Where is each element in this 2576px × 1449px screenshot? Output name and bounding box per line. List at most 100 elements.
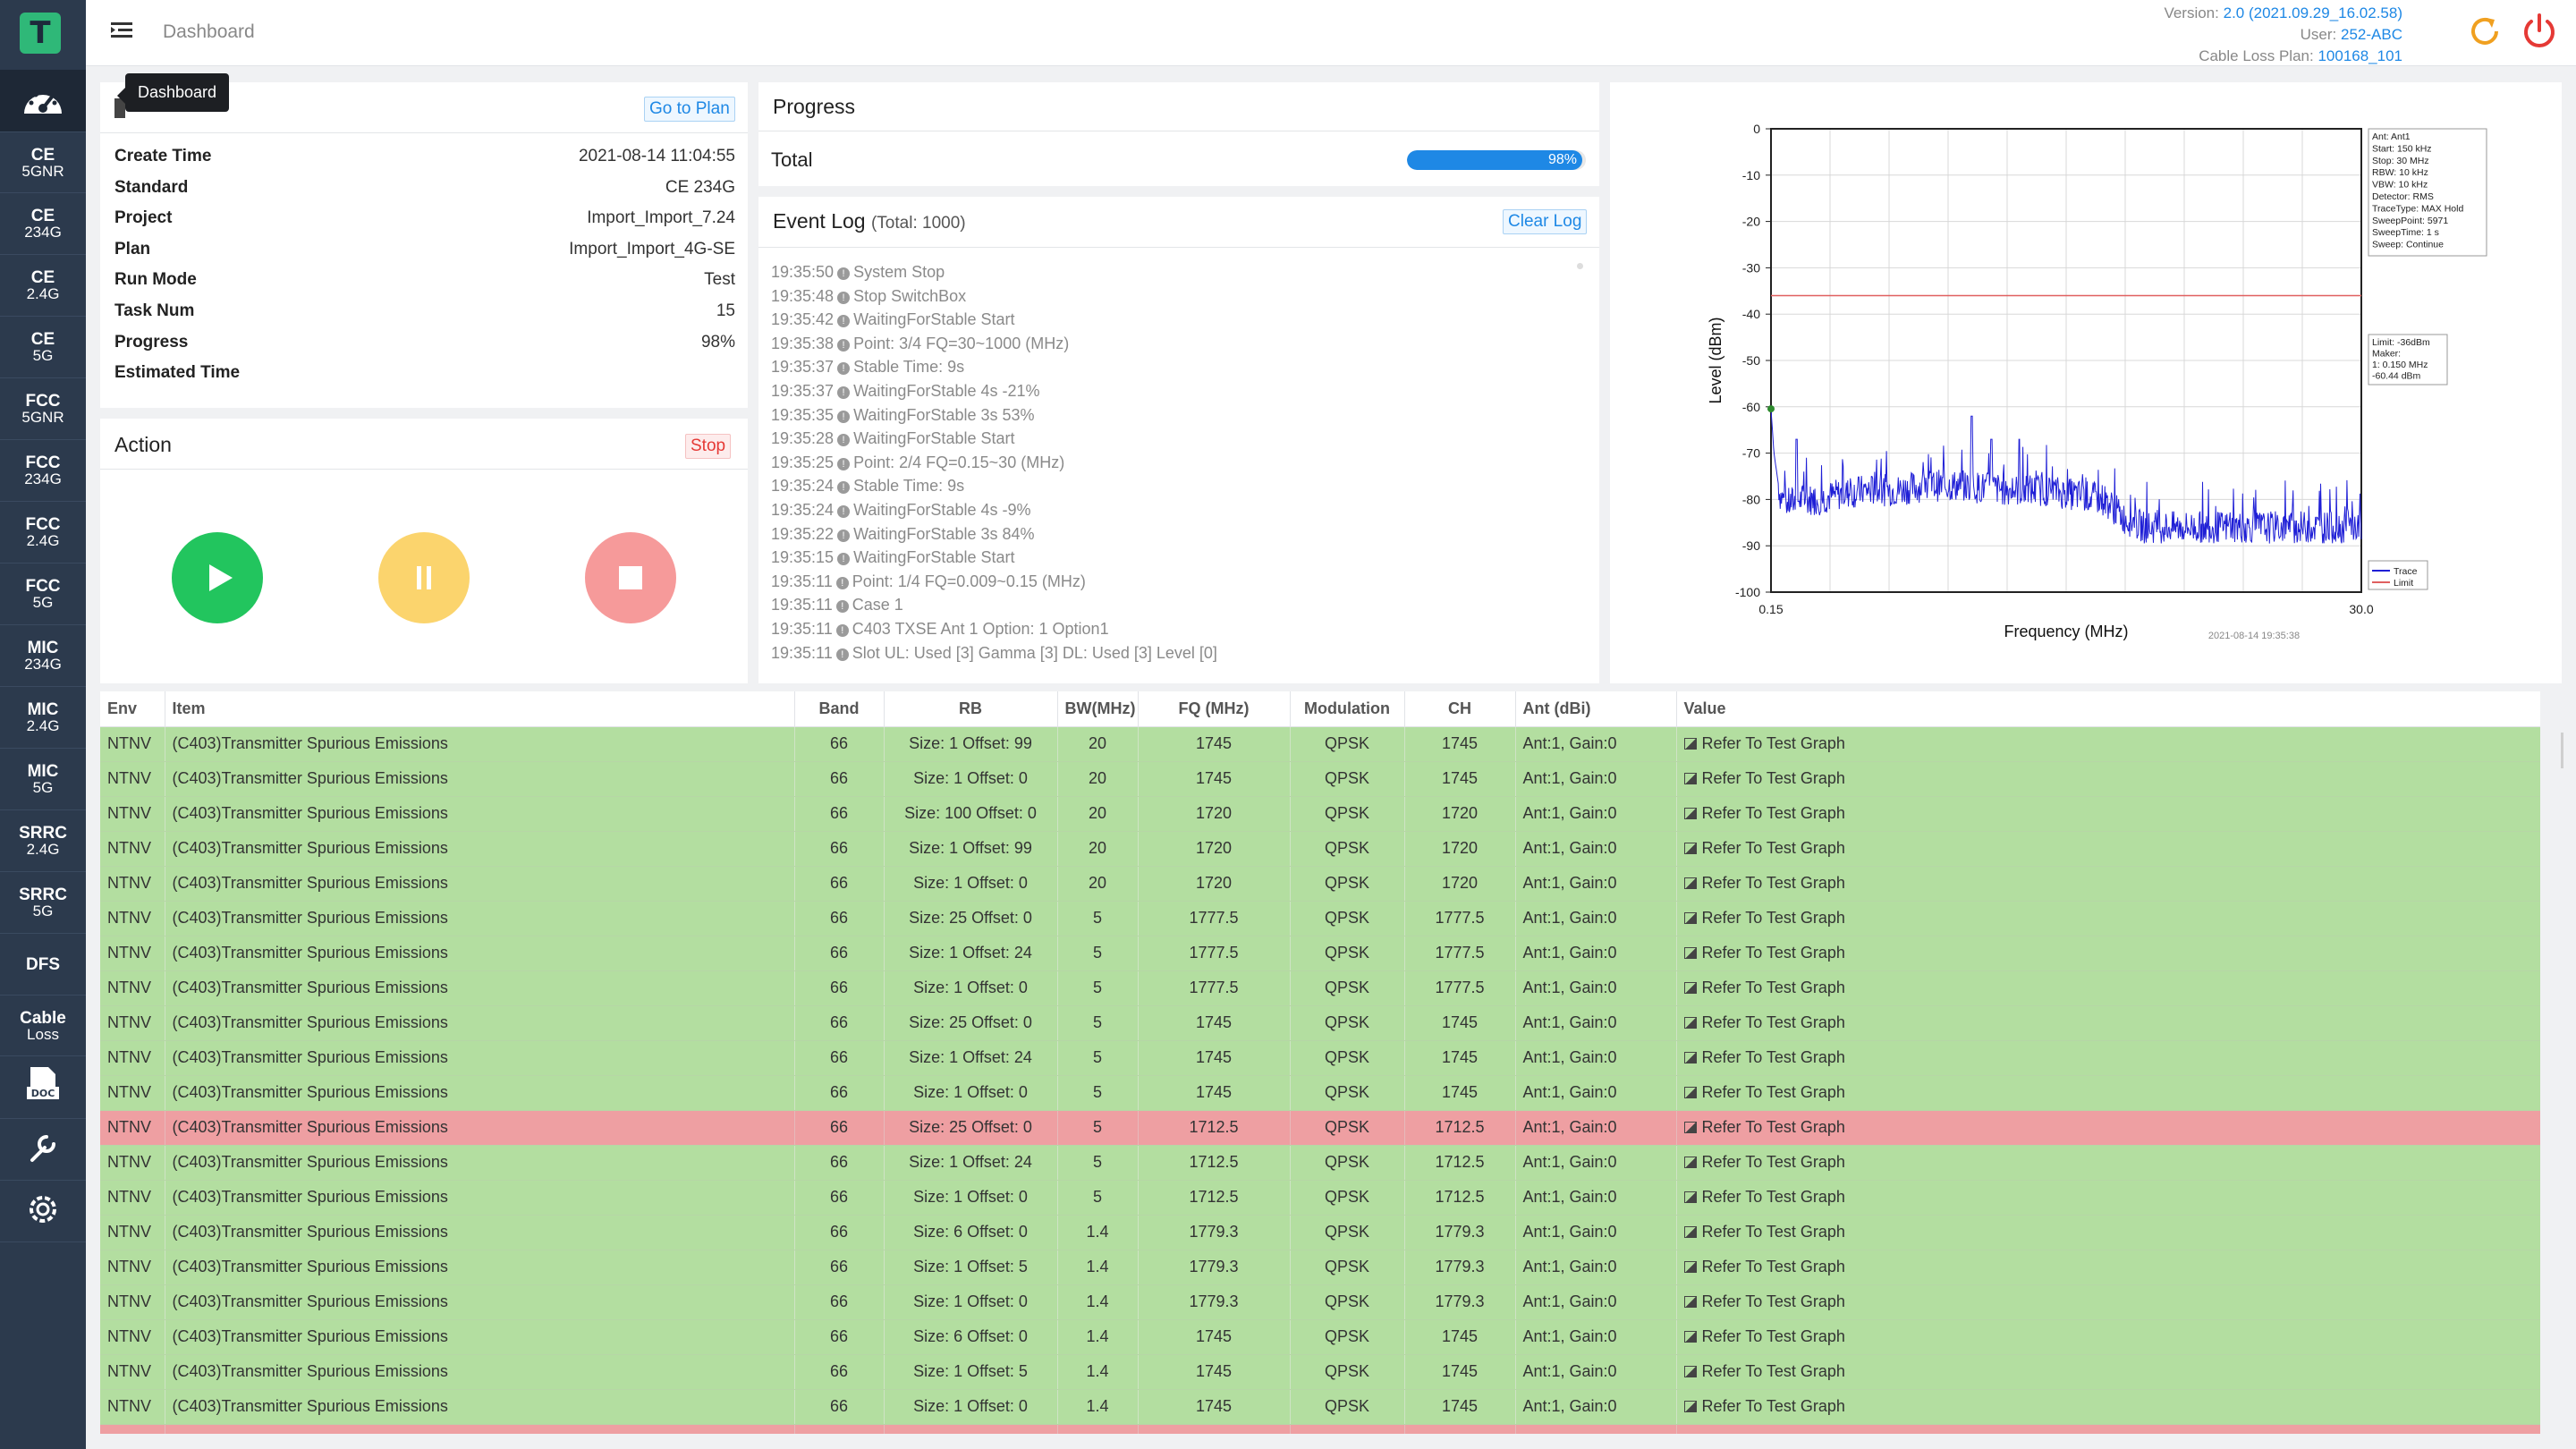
cell-value[interactable]: Refer To Test Graph (1676, 1040, 2540, 1076)
test-graph-link[interactable]: Refer To Test Graph (1702, 1153, 1845, 1171)
cell-value[interactable]: Refer To Test Graph (1676, 1319, 2540, 1355)
cell-value[interactable]: Refer To Test Graph (1676, 1180, 2540, 1216)
cable-loss-plan-value[interactable]: 100168_101 (2318, 47, 2402, 64)
play-button[interactable] (172, 532, 263, 623)
sidebar-item-ce-5g[interactable]: CE 5G (0, 317, 86, 378)
cell-value[interactable]: Refer To Test Graph (1676, 1389, 2540, 1425)
cell-value[interactable]: Refer To Test Graph (1676, 1284, 2540, 1320)
table-scrollbar[interactable] (2561, 733, 2563, 768)
test-graph-link[interactable]: Refer To Test Graph (1702, 1327, 1845, 1345)
version-value[interactable]: 2.0 (2021.09.29_16.02.58) (2224, 4, 2402, 21)
cell-value[interactable]: Refer To Test Graph (1676, 1354, 2540, 1390)
sidebar-item-gear[interactable] (0, 1181, 86, 1242)
test-graph-link[interactable]: Refer To Test Graph (1702, 804, 1845, 822)
sidebar-item-srrc-2-4g[interactable]: SRRC 2.4G (0, 810, 86, 872)
sidebar-item-mic-234g[interactable]: MIC 234G (0, 625, 86, 687)
user-value[interactable]: 252-ABC (2341, 26, 2402, 43)
stop-tag-button[interactable]: Stop (685, 434, 732, 459)
column-header[interactable]: CH (1404, 691, 1516, 727)
table-row[interactable]: NTNV (C403)Transmitter Spurious Emissions… (100, 726, 2540, 762)
column-header[interactable]: Item (165, 691, 795, 727)
test-graph-link[interactable]: Refer To Test Graph (1702, 1188, 1845, 1206)
column-header[interactable]: FQ (MHz) (1138, 691, 1291, 727)
test-graph-link[interactable]: Refer To Test Graph (1702, 734, 1845, 752)
test-graph-link[interactable]: Refer To Test Graph (1702, 1397, 1845, 1415)
sidebar-item-mic-5g[interactable]: MIC 5G (0, 749, 86, 810)
sidebar-item-fcc-5gnr[interactable]: FCC 5GNR (0, 378, 86, 440)
table-row[interactable]: NTNV (C403)Transmitter Spurious Emissions… (100, 1319, 2540, 1355)
cell-value[interactable]: Refer To Test Graph (1676, 1215, 2540, 1250)
test-graph-link[interactable]: Refer To Test Graph (1702, 1258, 1845, 1275)
test-graph-link[interactable]: Refer To Test Graph (1702, 944, 1845, 962)
test-graph-link[interactable]: Refer To Test Graph (1702, 839, 1845, 857)
power-icon[interactable] (2519, 11, 2560, 56)
cell-value[interactable]: Refer To Test Graph (1676, 761, 2540, 797)
table-row[interactable]: NTNV (C403)Transmitter Spurious Emissions… (100, 1180, 2540, 1216)
sidebar-item-fcc-5g[interactable]: FCC 5G (0, 564, 86, 625)
column-header[interactable]: RB (884, 691, 1058, 727)
test-graph-link[interactable]: Refer To Test Graph (1702, 769, 1845, 787)
test-graph-link[interactable]: Refer To Test Graph (1702, 1292, 1845, 1310)
cell-value[interactable]: Refer To Test Graph (1676, 1075, 2540, 1111)
test-graph-link[interactable]: Refer To Test Graph (1702, 1223, 1845, 1241)
table-row[interactable]: NTNV (C403)Transmitter Spurious Emissions… (100, 761, 2540, 797)
sidebar-item-mic-2-4g[interactable]: MIC 2.4G (0, 687, 86, 749)
test-graph-link[interactable]: Refer To Test Graph (1702, 1048, 1845, 1066)
sidebar-item-wrench[interactable] (0, 1119, 86, 1181)
table-row[interactable]: NTNV (C403)Transmitter Spurious Emissions… (100, 1040, 2540, 1076)
cell-value[interactable]: Refer To Test Graph (1676, 1110, 2540, 1146)
sidebar-item-ce-5gnr[interactable]: CE 5GNR (0, 132, 86, 193)
cell-value[interactable]: Refer To Test Graph (1676, 970, 2540, 1006)
pause-button[interactable] (378, 532, 470, 623)
column-header[interactable]: Band (794, 691, 885, 727)
test-graph-link[interactable]: Refer To Test Graph (1702, 874, 1845, 892)
sidebar-item-ce-234g[interactable]: CE 234G (0, 193, 86, 255)
table-row[interactable]: NTNV (C403)Transmitter Spurious Emissions… (100, 796, 2540, 832)
test-graph-link[interactable]: Refer To Test Graph (1702, 1013, 1845, 1031)
cell-value[interactable]: Refer To Test Graph (1676, 901, 2540, 936)
table-row[interactable]: NTNV (C403)Transmitter Spurious Emissions… (100, 936, 2540, 971)
table-row[interactable]: NTNV (C403)Transmitter Spurious Emissions… (100, 1389, 2540, 1425)
test-graph-link[interactable]: Refer To Test Graph (1702, 1362, 1845, 1380)
go-to-plan-button[interactable]: Go to Plan (644, 97, 735, 122)
test-graph-link[interactable]: Refer To Test Graph (1702, 1118, 1845, 1136)
log-scroll-indicator[interactable] (1577, 263, 1583, 269)
cell-value[interactable]: Refer To Test Graph (1676, 1145, 2540, 1181)
sidebar-item-fcc-234g[interactable]: FCC 234G (0, 440, 86, 502)
table-row[interactable]: NTNV (C403)Transmitter Spurious Emissions… (100, 1284, 2540, 1320)
column-header[interactable]: Env (100, 691, 165, 727)
table-row[interactable]: NTNV (C403)Transmitter Spurious Emissions… (100, 970, 2540, 1006)
sidebar-item-fcc-2-4g[interactable]: FCC 2.4G (0, 502, 86, 564)
test-graph-link[interactable]: Refer To Test Graph (1702, 979, 1845, 996)
table-row[interactable]: NTNV (C403)Transmitter Spurious Emissions… (100, 901, 2540, 936)
table-row[interactable]: NTNV (C403)Transmitter Spurious Emissions… (100, 1005, 2540, 1041)
column-header[interactable]: Value (1676, 691, 2540, 727)
cell-value[interactable]: Refer To Test Graph (1676, 866, 2540, 902)
table-row[interactable]: NTNV (C403)Transmitter Spurious Emissions… (100, 1354, 2540, 1390)
cell-value[interactable]: Refer To Test Graph (1676, 796, 2540, 832)
sidebar-item-ce-2-4g[interactable]: CE 2.4G (0, 255, 86, 317)
column-header[interactable]: Ant (dBi) (1515, 691, 1677, 727)
refresh-icon[interactable] (2467, 13, 2503, 55)
sidebar-item-doc[interactable]: DOC (0, 1057, 86, 1119)
table-row[interactable]: NTNV (C403)Transmitter Spurious Emissions… (100, 1145, 2540, 1181)
cell-value[interactable]: Refer To Test Graph (1676, 936, 2540, 971)
column-header[interactable]: BW(MHz) (1057, 691, 1139, 727)
sidebar-item-dfs[interactable]: DFS (0, 934, 86, 996)
table-row[interactable]: NTNV (C403)Transmitter Spurious Emissions… (100, 1250, 2540, 1285)
breadcrumb[interactable]: Dashboard (163, 21, 255, 43)
stop-button[interactable] (585, 532, 676, 623)
cell-value[interactable]: Refer To Test Graph (1676, 726, 2540, 762)
table-row[interactable] (100, 1424, 2540, 1434)
menu-toggle-icon[interactable] (111, 20, 134, 46)
cell-value[interactable]: Refer To Test Graph (1676, 831, 2540, 867)
sidebar-item-dashboard[interactable] (0, 70, 86, 132)
cell-value[interactable]: Refer To Test Graph (1676, 1005, 2540, 1041)
test-graph-link[interactable]: Refer To Test Graph (1702, 1083, 1845, 1101)
table-row[interactable]: NTNV (C403)Transmitter Spurious Emissions… (100, 1110, 2540, 1146)
column-header[interactable]: Modulation (1290, 691, 1405, 727)
cell-value[interactable]: Refer To Test Graph (1676, 1250, 2540, 1285)
clear-log-button[interactable]: Clear Log (1503, 209, 1588, 234)
table-row[interactable]: NTNV (C403)Transmitter Spurious Emissions… (100, 831, 2540, 867)
sidebar-item-srrc-5g[interactable]: SRRC 5G (0, 872, 86, 934)
